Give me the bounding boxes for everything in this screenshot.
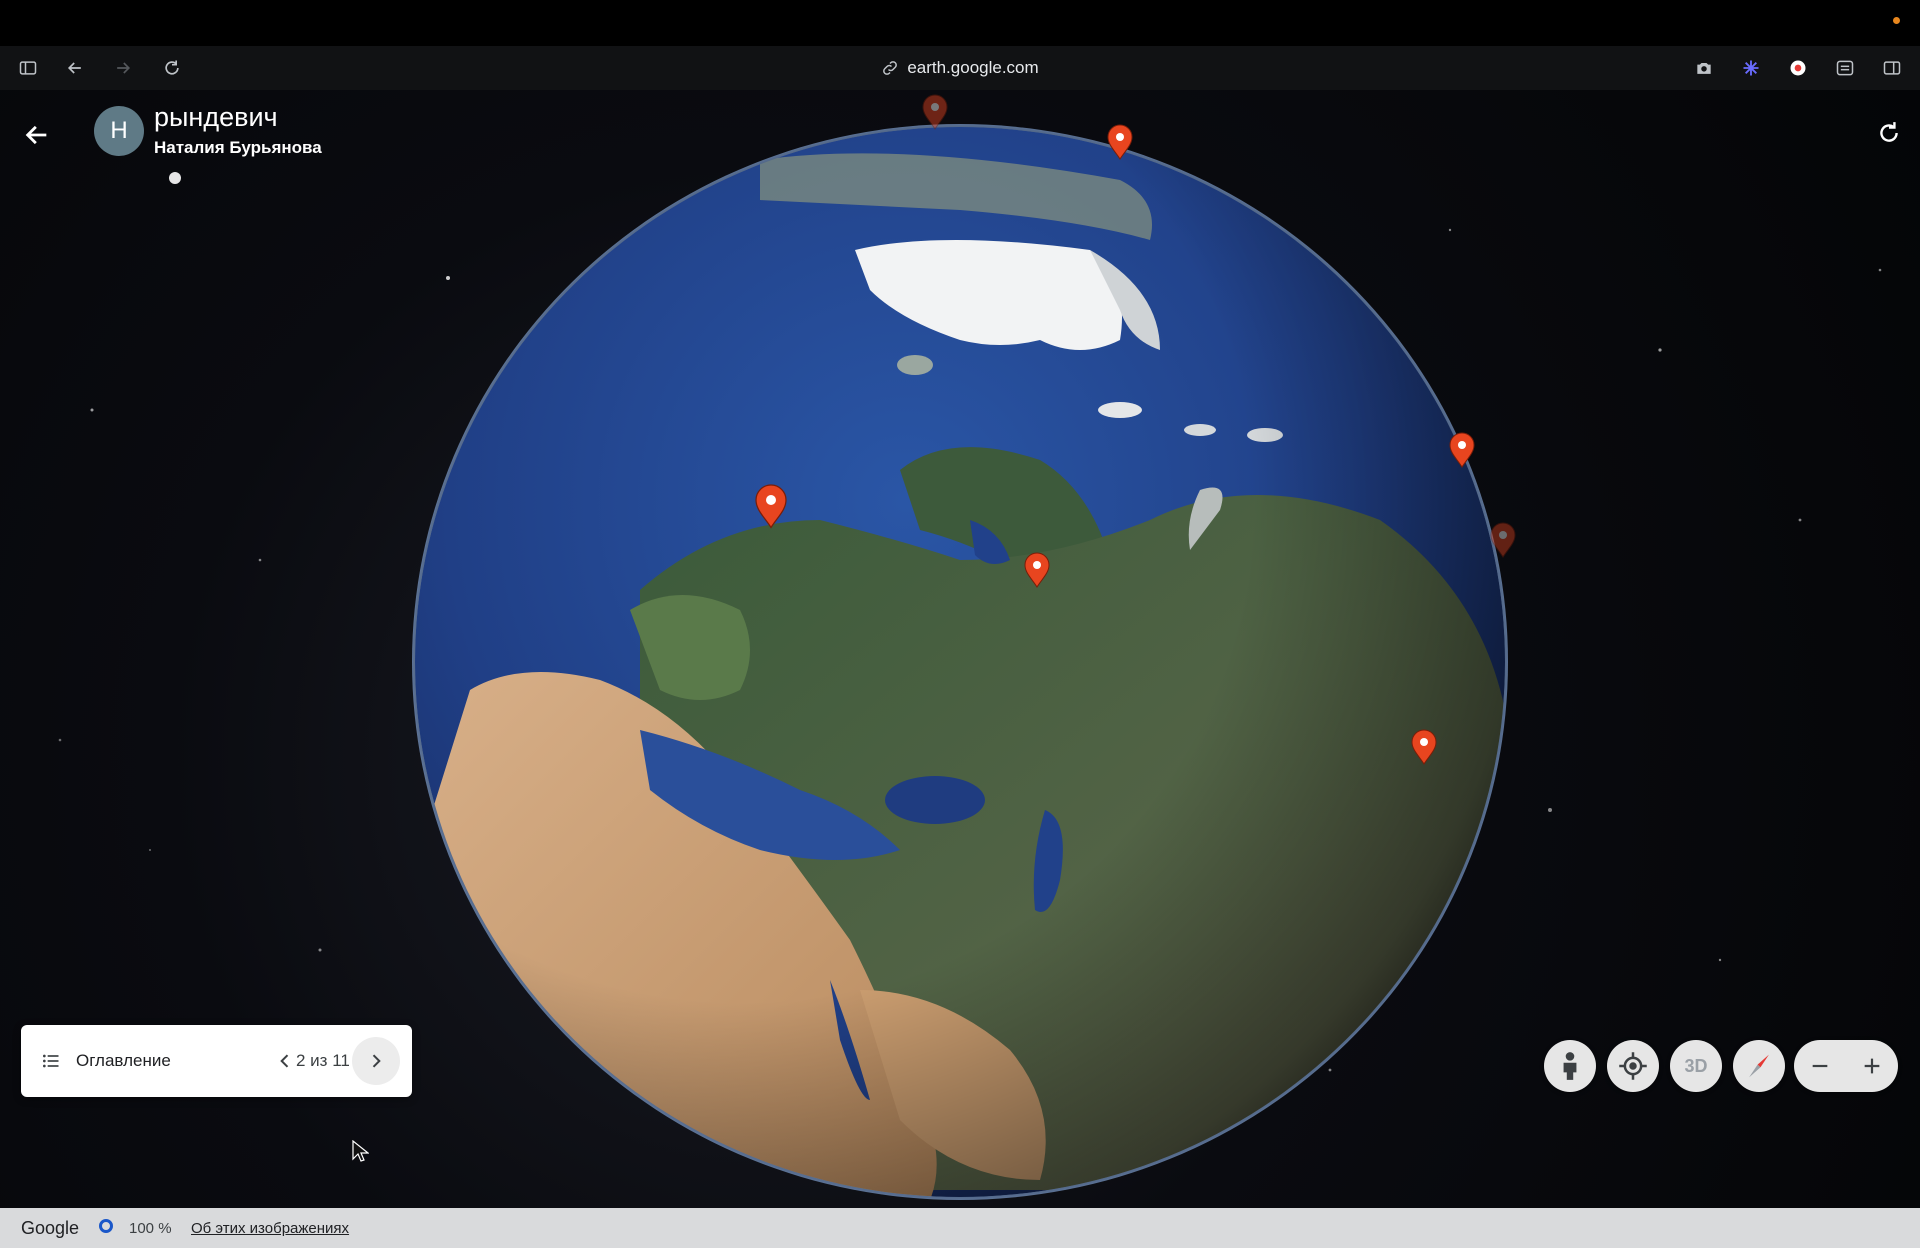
tune-icon[interactable] [1833, 56, 1857, 80]
minus-icon [1812, 1064, 1828, 1068]
compass-button[interactable] [1733, 1040, 1785, 1092]
plus-icon [1864, 1058, 1880, 1074]
placemark-pin-icon[interactable] [1024, 552, 1050, 588]
os-menu-bar [0, 0, 1920, 46]
project-author: Наталия Бурьянова [154, 138, 322, 157]
camera-icon[interactable] [1692, 56, 1716, 80]
placemark-pin-icon[interactable] [1411, 729, 1437, 765]
reload-icon[interactable] [160, 56, 184, 80]
placemark-pin-icon[interactable] [755, 484, 787, 529]
back-button[interactable] [20, 118, 54, 152]
placemark-pin-icon[interactable] [1107, 124, 1133, 160]
project-title: рындевич [154, 102, 278, 132]
next-slide-button[interactable] [352, 1037, 400, 1085]
mouse-pointer-icon [352, 1140, 369, 1162]
tour-refresh-button[interactable] [1874, 118, 1904, 148]
browser-toolbar: earth.google.com [0, 46, 1920, 91]
placemark-pin-icon[interactable] [922, 94, 948, 130]
sidebar-icon[interactable] [16, 56, 40, 80]
crosshair-icon [1619, 1052, 1647, 1080]
previous-slide-button[interactable] [271, 1047, 299, 1075]
about-imagery-link[interactable]: Об этих изображениях [191, 1220, 349, 1237]
link-icon [883, 61, 898, 75]
my-location-button[interactable] [1607, 1040, 1659, 1092]
slide-counter: 2 из 11 [296, 1051, 350, 1070]
refresh-icon [1880, 122, 1898, 142]
status-bar: Google 100 % Об этих изображениях [0, 1208, 1920, 1248]
url-text: earth.google.com [907, 58, 1039, 77]
placemark-pin-icon[interactable] [1490, 522, 1516, 558]
arrow-left-icon [25, 125, 47, 145]
extension-icon[interactable] [1739, 56, 1763, 80]
toc-panel: Оглавление 2 из 11 [21, 1025, 412, 1097]
record-icon[interactable] [1786, 56, 1810, 80]
toc-button[interactable]: Оглавление [76, 1051, 171, 1071]
chevron-left-icon [280, 1054, 289, 1068]
loading-ring-icon [99, 1219, 113, 1233]
zoom-out-button[interactable] [1794, 1040, 1846, 1092]
split-view-icon[interactable] [1880, 56, 1904, 80]
list-icon [43, 1054, 59, 1068]
chevron-right-icon [372, 1054, 381, 1068]
zoom-in-button[interactable] [1846, 1040, 1898, 1092]
placemark-pin-icon[interactable] [1449, 432, 1475, 468]
pegman-button[interactable] [1544, 1040, 1596, 1092]
toggle-3d-button[interactable]: 3D [1670, 1040, 1722, 1092]
3d-label: 3D [1684, 1055, 1708, 1076]
avatar[interactable]: Н [94, 106, 144, 156]
load-percent: 100 % [129, 1220, 172, 1237]
address-bar: earth.google.com [0, 58, 1920, 82]
back-icon[interactable] [63, 56, 87, 80]
person-icon [1563, 1052, 1577, 1080]
compass-icon [1749, 1054, 1769, 1078]
earth-viewport[interactable]: Н рындевич Наталия Бурьянова Оглавление … [0, 90, 1920, 1208]
zoom-controls [1794, 1040, 1898, 1092]
address-field[interactable]: earth.google.com [881, 58, 1039, 78]
google-logo: Google [21, 1218, 80, 1238]
forward-icon[interactable] [111, 56, 135, 80]
status-dot [1893, 17, 1900, 24]
